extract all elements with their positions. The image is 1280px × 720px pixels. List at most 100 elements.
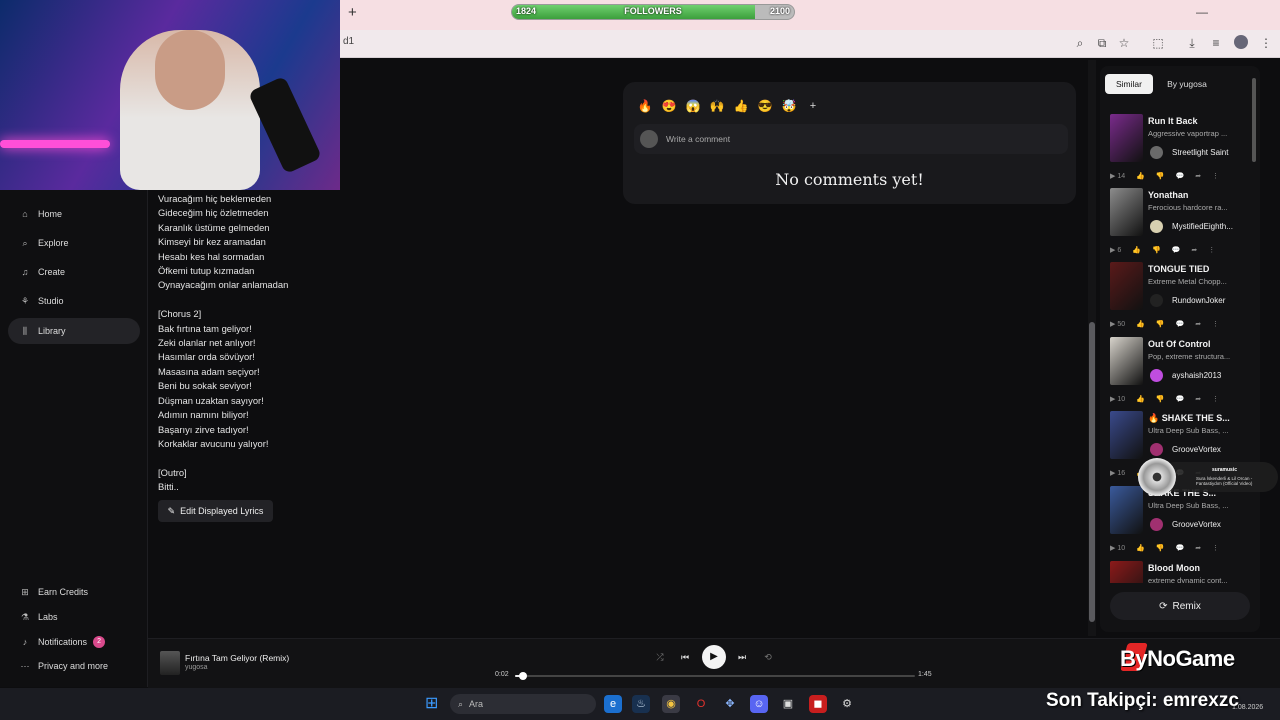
sidebar-item-explore[interactable]: ⌕ Explore <box>8 230 140 256</box>
repeat-icon[interactable]: ⟲ <box>760 650 776 664</box>
zoom-icon[interactable]: ⌕ <box>1072 35 1088 51</box>
edit-lyrics-button[interactable]: ✎ Edit Displayed Lyrics <box>158 500 273 522</box>
play-count[interactable]: ▶ 10 <box>1110 395 1125 403</box>
settings-app-icon[interactable]: ⚙ <box>838 695 856 713</box>
share-icon[interactable]: ➦ <box>1195 544 1201 552</box>
song-artist[interactable]: ayshaish2013 <box>1172 371 1246 380</box>
discord-icon[interactable]: ☺ <box>750 695 768 713</box>
menu-kebab-icon[interactable]: ⋮ <box>1258 35 1274 51</box>
opera-icon[interactable]: O <box>692 695 710 713</box>
windows-start-icon[interactable]: ⊞ <box>425 696 441 712</box>
now-playing-artist[interactable]: yugosa <box>185 664 208 671</box>
sidebar-item-notifications[interactable]: ♪ Notifications 2 <box>8 629 140 655</box>
play-count[interactable]: ▶ 6 <box>1110 246 1121 254</box>
song-title[interactable]: Out Of Control <box>1148 339 1243 349</box>
song-cover[interactable] <box>1110 188 1143 236</box>
more-icon[interactable]: ⋮ <box>1208 246 1215 254</box>
reading-list-icon[interactable]: ≡ <box>1208 35 1224 51</box>
song-cover[interactable] <box>1110 337 1143 385</box>
play-button[interactable]: ▶ <box>702 645 726 669</box>
song-cover[interactable] <box>1110 114 1143 162</box>
media-app-icon[interactable]: ◼ <box>809 695 827 713</box>
song-artist[interactable]: MystifiedEighth... <box>1172 222 1246 231</box>
similar-song-item[interactable]: Run It Back Aggressive vaportrap ... Stree… <box>1110 114 1245 188</box>
share-icon[interactable]: ➦ <box>1191 246 1197 254</box>
reaction-mind-blown[interactable]: 🤯 <box>781 98 797 114</box>
add-reaction-button[interactable]: + <box>805 98 821 114</box>
new-tab-button[interactable]: + <box>348 5 362 21</box>
similar-song-item[interactable]: Out Of Control Pop, extreme structura... a… <box>1110 337 1245 411</box>
sidebar-item-create[interactable]: ♫ Create <box>8 259 140 285</box>
similar-song-item[interactable]: SHAKE THE S... Ultra Deep Sub Bass, ... Gr… <box>1110 486 1245 560</box>
dislike-icon[interactable]: 👎 <box>1156 172 1165 180</box>
song-artist[interactable]: Streetlight Saint <box>1172 148 1246 157</box>
reaction-raised-hands[interactable]: 🙌 <box>709 98 725 114</box>
share-icon[interactable]: ➦ <box>1195 395 1201 403</box>
like-icon[interactable]: 👍 <box>1136 395 1145 403</box>
remix-button[interactable]: ⟳ Remix <box>1110 592 1250 620</box>
capture-app-icon[interactable]: ▣ <box>779 695 797 713</box>
share-icon[interactable]: ➦ <box>1195 320 1201 328</box>
main-scrollbar-thumb[interactable] <box>1089 322 1095 622</box>
reaction-sunglasses[interactable]: 😎 <box>757 98 773 114</box>
more-icon[interactable]: ⋮ <box>1212 320 1219 328</box>
like-icon[interactable]: 👍 <box>1136 320 1145 328</box>
extensions-icon[interactable]: ⬚ <box>1150 35 1166 51</box>
panel-scrollbar-thumb[interactable] <box>1252 78 1256 162</box>
address-bar[interactable] <box>340 30 1280 58</box>
comment-icon[interactable]: 💬 <box>1176 172 1185 180</box>
like-icon[interactable]: 👍 <box>1132 246 1141 254</box>
now-playing-cover[interactable] <box>160 651 180 675</box>
comment-icon[interactable]: 💬 <box>1172 246 1181 254</box>
play-count[interactable]: ▶ 14 <box>1110 172 1125 180</box>
share-icon[interactable]: ➦ <box>1195 172 1201 180</box>
progress-handle[interactable] <box>519 672 527 680</box>
steam-icon[interactable]: ♨ <box>632 695 650 713</box>
tab-similar[interactable]: Similar <box>1105 74 1153 94</box>
song-artist[interactable]: GrooveVortex <box>1172 445 1246 454</box>
song-title[interactable]: 🔥 SHAKE THE S... <box>1148 413 1243 424</box>
sidebar-item-studio[interactable]: ⚘ Studio <box>8 288 140 314</box>
song-cover[interactable] <box>1110 486 1143 534</box>
chrome-icon[interactable]: ◉ <box>662 695 680 713</box>
network-app-icon[interactable]: ✥ <box>721 695 739 713</box>
reaction-scream[interactable]: 😱 <box>685 98 701 114</box>
address-text[interactable]: d1 <box>343 36 354 47</box>
comment-icon[interactable]: 💬 <box>1176 320 1185 328</box>
song-title[interactable]: TONGUE TIED <box>1148 264 1243 274</box>
artist-avatar[interactable] <box>1150 146 1163 159</box>
artist-avatar[interactable] <box>1150 369 1163 382</box>
sidebar-item-labs[interactable]: ⚗ Labs <box>8 604 140 630</box>
previous-icon[interactable]: ⏮ <box>677 650 693 664</box>
play-count[interactable]: ▶ 10 <box>1110 544 1125 552</box>
song-title[interactable]: Blood Moon <box>1148 563 1243 573</box>
similar-song-item[interactable]: Yonathan Ferocious hardcore ra... Mystifie… <box>1110 188 1245 262</box>
song-title[interactable]: Yonathan <box>1148 190 1243 200</box>
sidebar-item-earn-credits[interactable]: ⊞ Earn Credits <box>8 579 140 605</box>
song-artist[interactable]: RundownJoker <box>1172 296 1246 305</box>
now-playing-title[interactable]: Fırtına Tam Geliyor (Remix) <box>185 653 289 663</box>
comment-input[interactable]: Write a comment <box>634 124 1068 154</box>
sidebar-item-library[interactable]: ⫼ Library <box>8 318 140 344</box>
minimize-button[interactable]: — <box>1196 5 1210 19</box>
download-icon[interactable]: ⤓ <box>1184 35 1200 51</box>
like-icon[interactable]: 👍 <box>1136 172 1145 180</box>
shuffle-icon[interactable]: ⤮ <box>652 650 668 664</box>
song-cover[interactable] <box>1110 411 1143 459</box>
sidebar-item-home[interactable]: ⌂ Home <box>8 201 140 227</box>
comment-icon[interactable]: 💬 <box>1176 544 1185 552</box>
sidebar-item-privacy[interactable]: ⋯ Privacy and more <box>8 653 140 679</box>
profile-avatar[interactable] <box>1234 35 1248 49</box>
reaction-thumbs-up[interactable]: 👍 <box>733 98 749 114</box>
reaction-heart-eyes[interactable]: 😍 <box>661 98 677 114</box>
artist-avatar[interactable] <box>1150 294 1163 307</box>
install-icon[interactable]: ⧉ <box>1094 35 1110 51</box>
play-count[interactable]: ▶ 16 <box>1110 469 1125 477</box>
tab-by-artist[interactable]: By yugosa <box>1158 74 1216 94</box>
similar-song-item[interactable]: Blood Moon extreme dynamic cont... <box>1110 561 1245 583</box>
song-cover[interactable] <box>1110 262 1143 310</box>
edge-icon[interactable]: e <box>604 695 622 713</box>
comment-icon[interactable]: 💬 <box>1176 395 1185 403</box>
like-icon[interactable]: 👍 <box>1136 544 1145 552</box>
dislike-icon[interactable]: 👎 <box>1156 395 1165 403</box>
